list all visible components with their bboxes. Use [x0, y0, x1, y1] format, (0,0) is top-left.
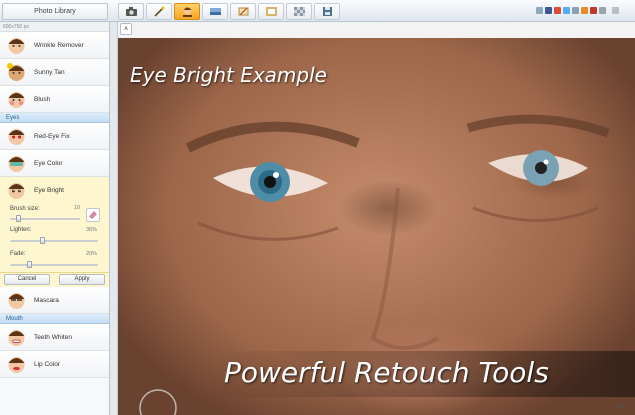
face-icon	[8, 330, 25, 346]
flag-icon[interactable]	[590, 7, 597, 14]
brush-size-value: 10	[74, 205, 81, 211]
face-icon	[8, 92, 25, 108]
apply-button[interactable]: Apply	[59, 274, 105, 285]
tool-item-label: Eye Bright	[34, 187, 64, 194]
tool-item-label: Blush	[34, 96, 51, 103]
save-icon	[322, 7, 332, 16]
save-tool-button[interactable]	[314, 3, 340, 20]
frame-tool-button[interactable]	[258, 3, 284, 20]
fade-label: Fade:	[10, 251, 26, 257]
frame-icon	[265, 7, 277, 16]
face-icon	[8, 129, 25, 145]
brush-size-label: Brush size:	[10, 206, 40, 212]
effects-tool-button[interactable]	[230, 3, 256, 20]
cancel-button[interactable]: Cancel	[4, 274, 50, 285]
tool-item-label: Teeth Whiten	[34, 334, 72, 341]
fade-value: 20%	[86, 251, 98, 257]
settings-button-row: Cancel Apply	[0, 273, 109, 287]
retouch-tools-panel: 600x750 px Wrinkle Remover Sunny Tan Blu…	[0, 22, 110, 415]
camera-tool-button[interactable]	[118, 3, 144, 20]
tool-item-blush[interactable]: Blush	[0, 86, 109, 113]
settings-icon[interactable]	[599, 7, 606, 14]
magic-wand-tool-button[interactable]	[146, 3, 172, 20]
tool-item-lip-color[interactable]: Lip Color	[0, 351, 109, 378]
text-tool-button[interactable]: A	[120, 23, 132, 35]
photo-preview[interactable]: Eye Bright Example Powerful Retouch Tool…	[118, 38, 635, 415]
tool-item-label: Lip Color	[34, 361, 61, 368]
face-icon	[7, 63, 25, 81]
photo-canvas: A Eye Bright Example Powerful Retouch To…	[118, 22, 635, 415]
tool-item-mascara[interactable]: Mascara	[0, 287, 109, 314]
top-toolbar: Photo Library	[0, 0, 635, 22]
face-icon	[8, 357, 25, 373]
tool-item-red-eye-fix[interactable]: Red-Eye Fix	[0, 123, 109, 150]
photo-title-overlay: Eye Bright Example	[130, 63, 327, 87]
twitter-icon[interactable]	[563, 7, 570, 14]
face-icon	[8, 156, 25, 172]
fade-slider-thumb[interactable]	[27, 261, 32, 268]
lighten-label: Lighten:	[10, 227, 32, 233]
zoom-level: 39%	[614, 404, 627, 410]
magic-wand-icon	[153, 6, 164, 17]
panel-splitter[interactable]	[110, 22, 118, 415]
face-icon	[8, 183, 25, 199]
camera-icon	[125, 7, 137, 16]
brush-size-slider-thumb[interactable]	[16, 215, 21, 222]
app-window: Photo Library 600x750 px Wrinkle Remover…	[0, 0, 635, 415]
lighten-value: 36%	[86, 227, 98, 233]
face-icon	[8, 293, 25, 309]
section-header-eyes: Eyes	[0, 113, 109, 123]
tool-item-label: Red-Eye Fix	[34, 133, 70, 140]
photo-caption-overlay: Powerful Retouch Tools	[224, 356, 549, 389]
tool-item-sunny-tan[interactable]: Sunny Tan	[0, 59, 109, 86]
resolution-label: 600x750 px	[0, 22, 109, 32]
eye-bright-settings: Brush size: 10 Lighten: 36% Fade: 20%	[0, 204, 109, 273]
face-retouch-icon	[182, 7, 192, 17]
tool-item-label: Wrinkle Remover	[34, 42, 84, 49]
close-icon[interactable]	[612, 7, 619, 14]
eraser-button[interactable]	[86, 208, 100, 222]
effects-icon	[238, 7, 248, 16]
texture-tool-button[interactable]	[286, 3, 312, 20]
lighten-slider[interactable]	[10, 240, 98, 242]
eraser-icon	[89, 211, 97, 219]
google-icon[interactable]	[554, 7, 561, 14]
tool-item-label: Mascara	[34, 297, 59, 304]
tool-item-label: Sunny Tan	[34, 69, 65, 76]
lighten-slider-thumb[interactable]	[40, 237, 45, 244]
tool-item-wrinkle-remover[interactable]: Wrinkle Remover	[0, 32, 109, 59]
texture-icon	[293, 7, 305, 16]
fade-slider[interactable]	[10, 264, 98, 266]
face-icon	[8, 38, 25, 54]
photo-library-tab[interactable]: Photo Library	[2, 3, 108, 20]
email-icon[interactable]	[572, 7, 579, 14]
tool-item-label: Eye Color	[34, 160, 63, 167]
adjust-tool-button[interactable]	[202, 3, 228, 20]
share-icon[interactable]	[581, 7, 588, 14]
tool-item-eye-bright[interactable]: Eye Bright	[0, 177, 109, 204]
tool-item-eye-color[interactable]: Eye Color	[0, 150, 109, 177]
facebook-icon[interactable]	[545, 7, 552, 14]
adjust-icon	[209, 8, 221, 15]
tool-item-teeth-whiten[interactable]: Teeth Whiten	[0, 324, 109, 351]
home-icon[interactable]	[536, 7, 543, 14]
face-retouch-tool-button[interactable]	[174, 3, 200, 20]
section-header-mouth: Mouth	[0, 314, 109, 324]
